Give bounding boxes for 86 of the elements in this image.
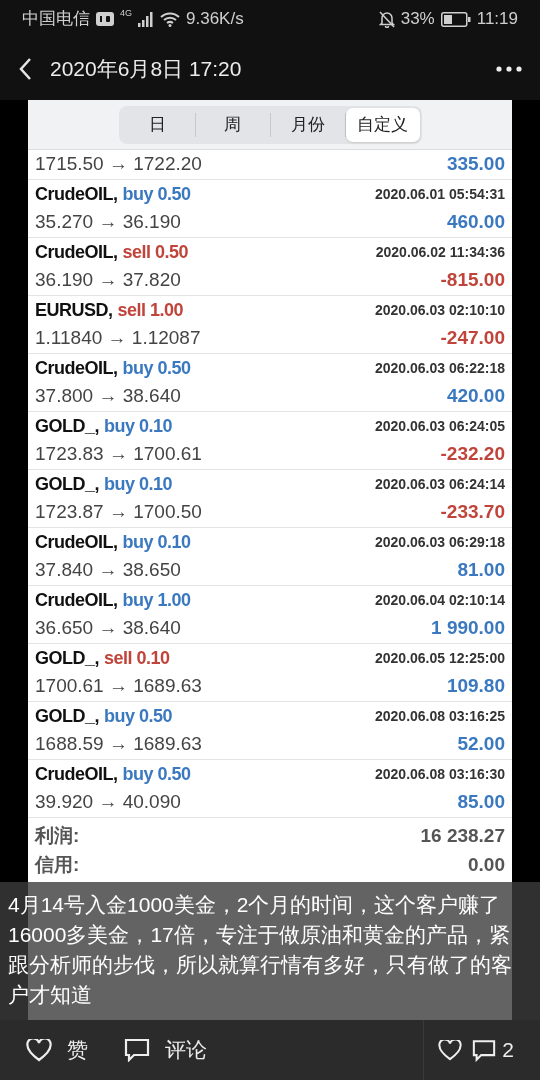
symbol-name: GOLD_,	[35, 647, 99, 670]
summary-value: 16 238.27	[420, 824, 505, 849]
order-side-volume: buy 0.50	[122, 357, 191, 380]
symbol-name: CrudeOIL,	[35, 763, 118, 786]
price-range: 1688.59 → 1689.63	[35, 732, 202, 757]
profit-value: 85.00	[457, 790, 505, 815]
profit-value: -815.00	[440, 268, 505, 293]
back-icon[interactable]	[18, 57, 32, 81]
clock-time: 11:19	[476, 8, 518, 31]
wifi-icon	[160, 11, 180, 27]
trade-time: 2020.06.03 02:10:10	[375, 301, 505, 320]
price-range: 37.840 → 38.650	[35, 558, 181, 583]
order-side-volume: buy 0.50	[122, 763, 191, 786]
summary-value: 0.00	[468, 853, 505, 878]
symbol-name: CrudeOIL,	[35, 241, 118, 264]
symbol-name: CrudeOIL,	[35, 357, 118, 380]
order-side-volume: buy 0.50	[104, 705, 173, 728]
profit-value: 1 990.00	[431, 616, 505, 641]
profit-value: 420.00	[446, 384, 505, 409]
comment-count: 2	[502, 1037, 514, 1064]
period-tab[interactable]: 月份	[270, 107, 345, 142]
hd-icon	[96, 12, 114, 26]
mute-bell-icon	[378, 10, 395, 28]
caption-text: 4月14号入金1000美金，2个月的时间，这个客户赚了16000多美金，17倍，专注于做原油和黄金的产品，紧跟分析师的步伐，所以就算行情有多好，只有做了的客户才知道	[8, 892, 513, 1008]
like-button[interactable]: 赞	[67, 1034, 88, 1066]
header-title: 2020年6月8日 17:20	[50, 56, 243, 83]
price-range: 37.800 → 38.640	[35, 384, 181, 409]
price-range: 39.920 → 40.090	[35, 790, 181, 815]
symbol-name: GOLD_,	[35, 705, 99, 728]
profit-value: 81.00	[457, 558, 505, 583]
symbol-name: CrudeOIL,	[35, 589, 118, 612]
symbol-name: EURUSD,	[35, 299, 113, 322]
order-side-volume: buy 0.10	[122, 531, 191, 554]
symbol-name: CrudeOIL,	[35, 183, 118, 206]
order-side-volume: buy 1.00	[122, 589, 191, 612]
trade-time: 2020.06.04 02:10:14	[375, 591, 505, 610]
order-side-volume: sell 0.10	[104, 647, 170, 670]
battery-icon	[440, 11, 471, 27]
battery-percent: 33%	[400, 8, 435, 31]
period-tab[interactable]: 日	[120, 107, 195, 142]
order-side-volume: sell 1.00	[117, 299, 184, 322]
profit-value: -247.00	[440, 326, 505, 351]
period-tab[interactable]: 周	[195, 107, 270, 142]
profit-value: 460.00	[446, 210, 505, 235]
profit-value: 335.00	[446, 152, 505, 177]
price-range: 1700.61 → 1689.63	[35, 674, 202, 699]
trade-time: 2020.06.02 11:34:36	[375, 243, 505, 262]
profit-value: 109.80	[446, 674, 505, 699]
price-range: 1.11840 → 1.12087	[35, 326, 201, 351]
symbol-name: GOLD_,	[35, 415, 99, 438]
network-type: 4G	[120, 7, 132, 20]
trade-time: 2020.06.03 06:22:18	[375, 359, 505, 378]
symbol-name: CrudeOIL,	[35, 531, 118, 554]
price-range: 36.190 → 37.820	[35, 268, 181, 293]
carrier-name: 中国电信	[22, 8, 90, 31]
profit-value: -233.70	[440, 500, 505, 525]
comment-icon[interactable]	[472, 1038, 497, 1062]
comment-button[interactable]: 评论	[165, 1034, 207, 1066]
profit-value: 52.00	[457, 732, 505, 757]
trade-time: 2020.06.05 12:25:00	[375, 649, 505, 668]
order-side-volume: buy 0.10	[104, 415, 173, 438]
order-side-volume: sell 0.50	[122, 241, 189, 264]
trade-time: 2020.06.01 05:54:31	[375, 185, 505, 204]
trade-time: 2020.06.08 03:16:25	[375, 707, 505, 726]
price-range: 35.270 → 36.190	[35, 210, 181, 235]
heart-icon[interactable]	[26, 1038, 52, 1062]
price-range: 1723.83 → 1700.61	[35, 442, 202, 467]
order-side-volume: buy 0.10	[104, 473, 173, 496]
more-icon[interactable]	[496, 66, 522, 72]
comment-icon[interactable]	[124, 1038, 150, 1062]
trade-time: 2020.06.03 06:24:14	[375, 475, 505, 494]
symbol-name: GOLD_,	[35, 473, 99, 496]
heart-icon[interactable]	[438, 1039, 463, 1061]
price-range: 1715.50 → 1722.20	[35, 152, 202, 177]
order-side-volume: buy 0.50	[122, 183, 191, 206]
trade-time: 2020.06.03 06:29:18	[375, 533, 505, 552]
profit-value: -232.20	[440, 442, 505, 467]
network-speed: 9.36K/s	[186, 8, 244, 31]
summary-label: 利润:	[35, 824, 80, 849]
price-range: 36.650 → 38.640	[35, 616, 181, 641]
signal-icon	[138, 11, 154, 27]
summary-label: 信用:	[35, 853, 80, 878]
trade-time: 2020.06.03 06:24:05	[375, 417, 505, 436]
period-tab[interactable]: 自定义	[345, 107, 420, 142]
trade-time: 2020.06.08 03:16:30	[375, 765, 505, 784]
price-range: 1723.87 → 1700.50	[35, 500, 202, 525]
